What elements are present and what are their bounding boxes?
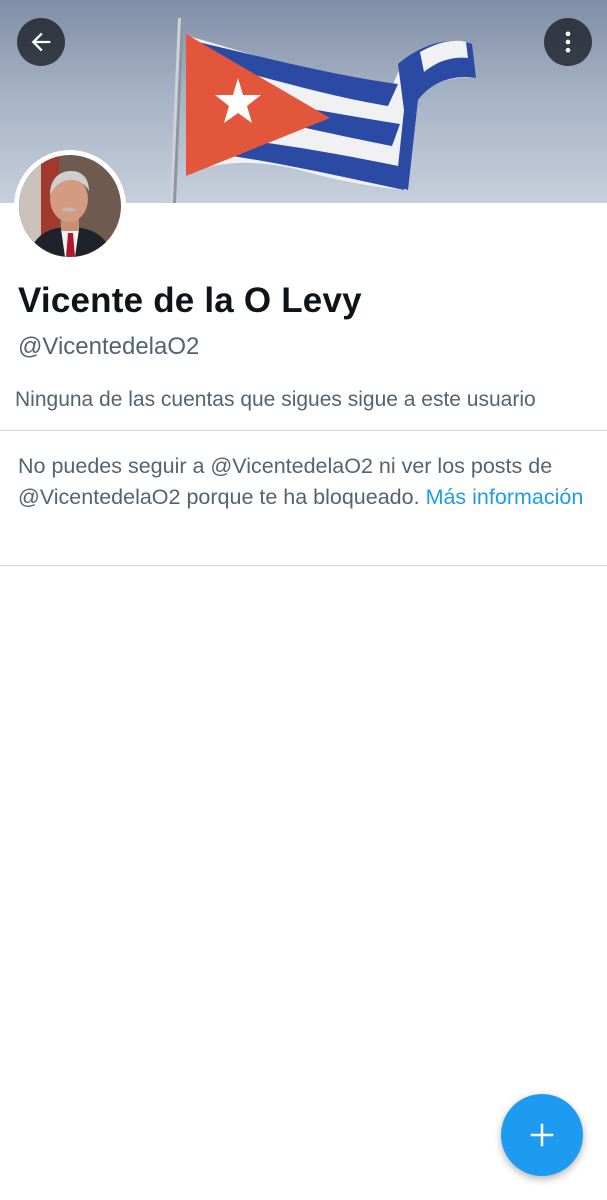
arrow-left-icon (31, 32, 51, 52)
divider (0, 565, 607, 566)
more-vertical-icon (565, 31, 571, 53)
divider (0, 430, 607, 431)
compose-post-button[interactable] (501, 1094, 583, 1176)
display-name: Vicente de la O Levy (18, 281, 362, 320)
user-handle: @VicentedelaO2 (18, 333, 200, 360)
more-options-button[interactable] (544, 18, 592, 66)
plus-icon (530, 1123, 554, 1147)
followers-you-know-note: Ninguna de las cuentas que sigues sigue … (15, 388, 536, 411)
avatar[interactable] (14, 150, 126, 262)
back-button[interactable] (17, 18, 65, 66)
profile-photo (19, 155, 121, 257)
blocked-message: No puedes seguir a @VicentedelaO2 ni ver… (18, 451, 588, 513)
more-info-link[interactable]: Más información (426, 485, 584, 509)
